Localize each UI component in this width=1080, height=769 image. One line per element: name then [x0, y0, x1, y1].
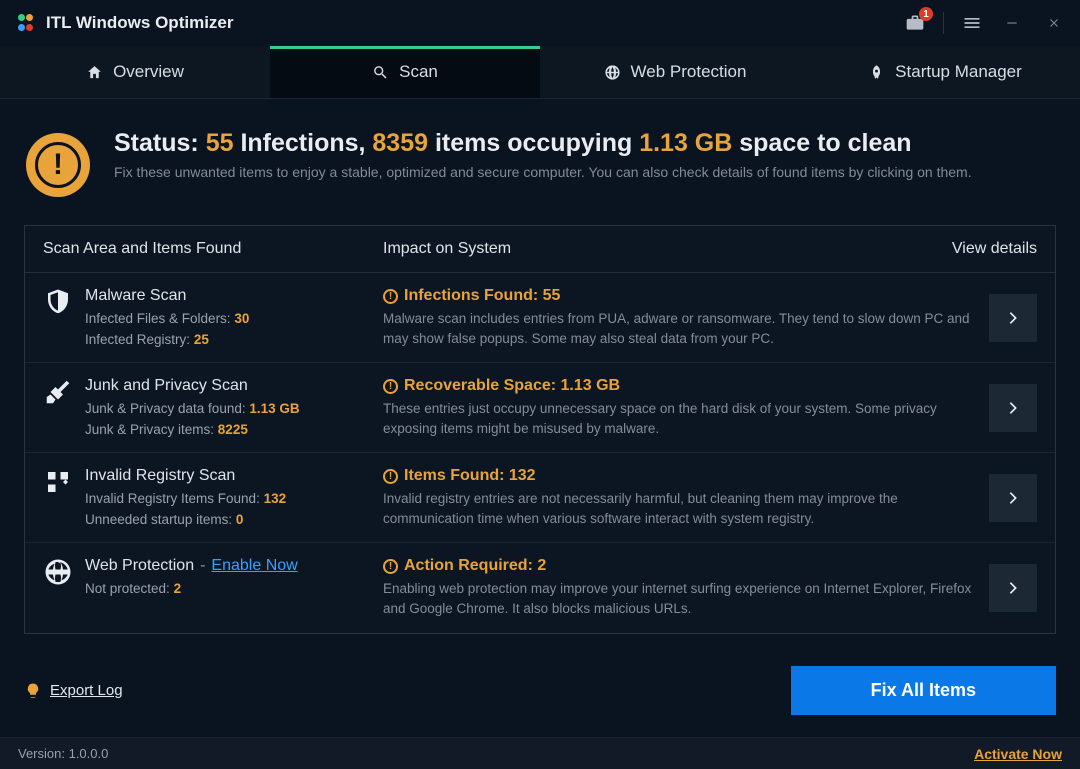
chevron-right-icon [1005, 580, 1021, 596]
view-details-button[interactable] [989, 384, 1037, 432]
row-title: Malware Scan [85, 287, 383, 305]
app-logo-icon [18, 14, 36, 32]
status-summary: Status: 55 Infections, 8359 items occupy… [114, 129, 972, 158]
fix-all-items-button[interactable]: Fix All Items [791, 666, 1056, 715]
results-panel: Scan Area and Items Found Impact on Syst… [24, 225, 1056, 634]
chevron-right-icon [1005, 490, 1021, 506]
globe-icon [604, 64, 621, 81]
column-header-view-details: View details [952, 240, 1037, 258]
tab-label: Web Protection [631, 62, 747, 82]
tab-web-protection[interactable]: Web Protection [540, 46, 810, 98]
tab-bar: Overview Scan Web Protection Startup Man… [0, 46, 1080, 99]
info-icon: ! [383, 559, 398, 574]
export-log-link[interactable]: Export Log [24, 682, 123, 700]
version-label: Version: 1.0.0.0 [18, 746, 108, 761]
row-title: Invalid Registry Scan [85, 467, 383, 485]
broom-icon [43, 377, 85, 407]
info-icon: ! [383, 469, 398, 484]
activate-now-link[interactable]: Activate Now [974, 746, 1062, 762]
home-icon [86, 64, 103, 81]
hamburger-menu-icon[interactable] [962, 13, 982, 33]
impact-description: These entries just occupy unnecessary sp… [383, 399, 983, 438]
rocket-icon [868, 64, 885, 81]
column-header-scan-area: Scan Area and Items Found [43, 240, 383, 258]
info-icon: ! [383, 379, 398, 394]
chevron-right-icon [1005, 400, 1021, 416]
toolbox-icon[interactable]: 1 [905, 13, 925, 33]
result-row-registry: Invalid Registry Scan Invalid Registry I… [25, 453, 1055, 543]
tab-startup-manager[interactable]: Startup Manager [810, 46, 1080, 98]
notification-badge: 1 [919, 7, 933, 21]
registry-blocks-icon [43, 467, 85, 497]
chevron-right-icon [1005, 310, 1021, 326]
tab-label: Scan [399, 62, 438, 82]
result-row-junk: Junk and Privacy Scan Junk & Privacy dat… [25, 363, 1055, 453]
view-details-button[interactable] [989, 294, 1037, 342]
enable-now-link[interactable]: Enable Now [211, 557, 297, 574]
tab-scan[interactable]: Scan [270, 46, 540, 98]
warning-badge-icon: ! [26, 133, 90, 197]
minimize-button[interactable] [1000, 11, 1024, 35]
view-details-button[interactable] [989, 564, 1037, 612]
impact-description: Malware scan includes entries from PUA, … [383, 309, 983, 348]
tab-overview[interactable]: Overview [0, 46, 270, 98]
shield-icon [43, 287, 85, 317]
lightbulb-icon [24, 682, 42, 700]
close-button[interactable] [1042, 11, 1066, 35]
row-title: Junk and Privacy Scan [85, 377, 383, 395]
impact-description: Invalid registry entries are not necessa… [383, 489, 983, 528]
version-bar: Version: 1.0.0.0 Activate Now [0, 737, 1080, 769]
view-details-button[interactable] [989, 474, 1037, 522]
result-row-malware: Malware Scan Infected Files & Folders: 3… [25, 273, 1055, 363]
titlebar: ITL Windows Optimizer 1 [0, 0, 1080, 46]
column-header-impact: Impact on System [383, 240, 952, 258]
status-header: ! Status: 55 Infections, 8359 items occu… [24, 123, 1056, 203]
app-title: ITL Windows Optimizer [46, 13, 233, 33]
search-icon [372, 64, 389, 81]
row-title: Web Protection-Enable Now [85, 557, 383, 575]
result-row-web-protection: Web Protection-Enable Now Not protected:… [25, 543, 1055, 632]
info-icon: ! [383, 289, 398, 304]
globe-icon [43, 557, 85, 587]
tab-label: Overview [113, 62, 184, 82]
impact-description: Enabling web protection may improve your… [383, 579, 983, 618]
tab-label: Startup Manager [895, 62, 1022, 82]
status-subtitle: Fix these unwanted items to enjoy a stab… [114, 164, 972, 180]
